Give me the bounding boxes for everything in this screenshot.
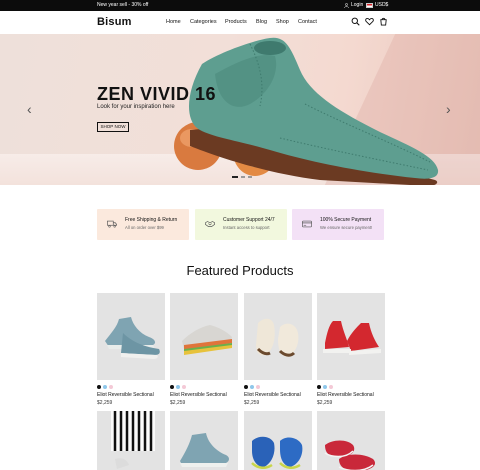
product-card[interactable]: Eliot Reversible Sectional $2,259 <box>97 293 165 406</box>
feature-subtitle: All on order over $99 <box>125 225 164 230</box>
chevron-right-icon[interactable]: › <box>446 102 451 116</box>
logo[interactable]: Bisum <box>97 16 132 28</box>
nav-contact[interactable]: Contact <box>298 19 317 25</box>
product-name[interactable]: Eliot Reversible Sectional <box>317 392 385 398</box>
promo-text: New year sell - 30% off <box>97 2 149 8</box>
swatch[interactable] <box>323 385 327 389</box>
product-card[interactable] <box>97 411 165 470</box>
search-icon[interactable] <box>351 17 360 26</box>
currency-label: USD$ <box>375 2 389 8</box>
hero-slider: ZEN VIVID 16 Look for your inspiration h… <box>0 34 480 185</box>
product-card[interactable]: Eliot Reversible Sectional $2,259 <box>170 293 238 406</box>
product-card[interactable] <box>317 411 385 470</box>
product-image[interactable] <box>244 293 312 380</box>
product-image[interactable] <box>170 411 238 470</box>
swatch[interactable] <box>97 385 101 389</box>
truck-icon <box>107 220 117 228</box>
product-image[interactable] <box>317 411 385 470</box>
product-name[interactable]: Eliot Reversible Sectional <box>97 392 165 398</box>
slider-dot[interactable] <box>241 176 245 178</box>
feature-title: Customer Support 24/7 <box>223 217 275 223</box>
feature-title: 100% Secure Payment <box>320 217 372 223</box>
swatch[interactable] <box>170 385 174 389</box>
nav-products[interactable]: Products <box>225 19 256 25</box>
product-image[interactable] <box>97 293 165 380</box>
feature-subtitle: We ensure secure payment! <box>320 225 373 230</box>
chevron-left-icon[interactable]: ‹ <box>27 102 32 116</box>
swatch[interactable] <box>244 385 248 389</box>
feature-subtitle: Instant access to support <box>223 225 270 230</box>
product-card[interactable] <box>244 411 312 470</box>
color-swatches <box>170 385 238 389</box>
shoe-image <box>174 37 439 185</box>
swatch[interactable] <box>176 385 180 389</box>
product-price: $2,259 <box>170 400 186 406</box>
shop-now-button[interactable]: SHOP NOW <box>97 122 129 132</box>
product-price: $2,259 <box>244 400 260 406</box>
product-image[interactable] <box>244 411 312 470</box>
feature-shipping: Free Shipping & Return All on order over… <box>97 209 189 240</box>
product-price: $2,259 <box>317 400 333 406</box>
color-swatches <box>317 385 385 389</box>
product-card[interactable]: Eliot Reversible Sectional $2,259 <box>244 293 312 406</box>
section-title: Featured Products <box>186 263 294 278</box>
login-link[interactable]: Login <box>344 2 363 8</box>
nav-blog[interactable]: Blog <box>256 19 276 25</box>
swatch[interactable] <box>103 385 107 389</box>
feature-title: Free Shipping & Return <box>125 217 178 223</box>
feature-support: Customer Support 24/7 Instant access to … <box>195 209 287 240</box>
product-image[interactable] <box>97 411 165 470</box>
slider-dot[interactable] <box>232 176 238 178</box>
currency-selector[interactable]: USD$ <box>366 2 388 8</box>
swatch[interactable] <box>250 385 254 389</box>
announcement-bar: New year sell - 30% off Login USD$ <box>0 0 480 11</box>
cart-icon[interactable] <box>379 17 388 26</box>
color-swatches <box>244 385 312 389</box>
swatch[interactable] <box>329 385 333 389</box>
swatch[interactable] <box>109 385 113 389</box>
product-image[interactable] <box>170 293 238 380</box>
product-price: $2,259 <box>97 400 113 406</box>
product-name[interactable]: Eliot Reversible Sectional <box>170 392 238 398</box>
product-name[interactable]: Eliot Reversible Sectional <box>244 392 312 398</box>
hero-title: ZEN VIVID 16 <box>97 84 217 104</box>
product-card[interactable]: Eliot Reversible Sectional $2,259 <box>317 293 385 406</box>
swatch[interactable] <box>317 385 321 389</box>
header-actions <box>351 17 388 26</box>
product-card[interactable] <box>170 411 238 470</box>
login-label: Login <box>351 2 364 8</box>
flag-icon <box>366 2 373 8</box>
swatch[interactable] <box>256 385 260 389</box>
product-image[interactable] <box>317 293 385 380</box>
slider-dot[interactable] <box>248 176 252 178</box>
swatch[interactable] <box>182 385 186 389</box>
color-swatches <box>97 385 165 389</box>
nav-categories[interactable]: Categories <box>190 19 225 25</box>
slider-dots <box>232 176 252 178</box>
user-icon <box>344 2 349 8</box>
nav-shop[interactable]: Shop <box>276 19 298 25</box>
handshake-icon <box>205 221 215 227</box>
hero-subtitle: Look for your inspiration here <box>97 104 175 110</box>
feature-payment: 100% Secure Payment We ensure secure pay… <box>292 209 384 240</box>
heart-icon[interactable] <box>365 17 374 26</box>
site-header: Bisum Home Categories Products Blog Shop… <box>0 11 480 34</box>
nav-home[interactable]: Home <box>166 19 190 25</box>
card-icon <box>302 220 312 228</box>
main-nav: Home Categories Products Blog Shop Conta… <box>166 19 317 25</box>
